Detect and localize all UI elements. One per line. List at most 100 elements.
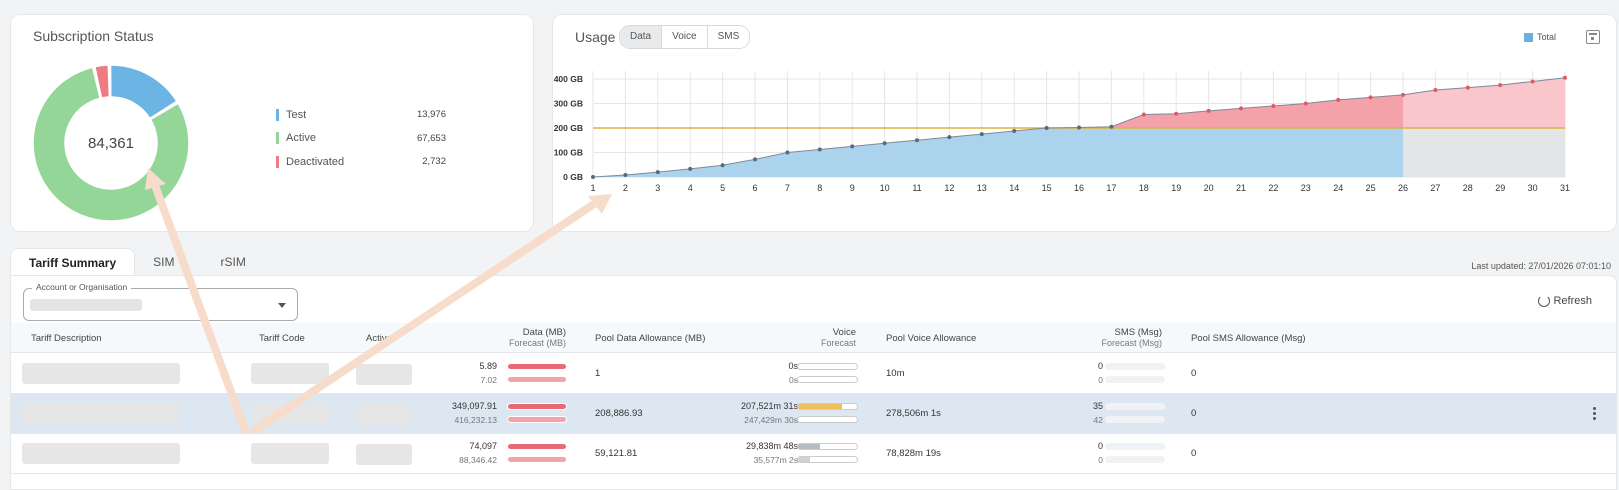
voice-value: 207,521m 31s (740, 401, 798, 411)
sms-usage-bar (1105, 363, 1165, 370)
header-data[interactable]: Data (MB) Forecast (MB) (509, 327, 566, 349)
data-forecast-value: 88,346.42 (459, 455, 497, 465)
x-tick-label: 4 (688, 183, 693, 193)
header-tariff-description[interactable]: Tariff Description (31, 333, 102, 344)
data-point (1239, 106, 1243, 111)
voice-forecast-bar (797, 456, 858, 463)
header-sms[interactable]: SMS (Msg) Forecast (Msg) (1101, 327, 1162, 349)
sms-forecast-value: 0 (1098, 375, 1103, 385)
tariff-code-redacted (251, 403, 329, 424)
legend-value: 67,653 (416, 132, 446, 144)
area-forecast-over (1403, 77, 1565, 128)
voice-forecast-bar (797, 416, 858, 423)
more-options-icon[interactable] (1593, 407, 1596, 422)
tab-sim[interactable]: SIM (135, 248, 202, 276)
header-pool-voice[interactable]: Pool Voice Allowance (886, 333, 976, 344)
data-point (655, 170, 660, 175)
data-point (915, 138, 919, 143)
voice-usage-bar (797, 363, 858, 370)
account-select-value-redacted (30, 299, 142, 311)
data-usage-bar-fill (508, 444, 566, 449)
x-tick-label: 22 (1268, 183, 1278, 193)
usage-legend-total[interactable]: Total (1523, 32, 1556, 42)
calendar-icon[interactable] (1586, 30, 1600, 44)
data-point (947, 135, 952, 140)
last-updated: Last updated: 27/01/2026 07:01:10 (1471, 261, 1611, 271)
voice-usage-bar (797, 443, 858, 450)
usage-card: 0 GB 100 GB 200 GB 300 GB 400 GB 1 2 3 4 5 6 7 8 9 10 1… (552, 14, 1617, 232)
sms-forecast-value: 42 (1093, 415, 1103, 425)
x-tick-label: 11 (912, 183, 921, 193)
data-point (1368, 95, 1373, 100)
table-row[interactable]: 74,097 88,346.42 59,121.81 29,838m 48s 3… (11, 434, 1616, 474)
y-tick-label: 300 GB (554, 99, 583, 109)
tariff-code-redacted (251, 443, 329, 464)
x-tick-label: 26 (1398, 183, 1408, 193)
x-tick-label: 23 (1301, 183, 1311, 193)
x-tick-label: 30 (1528, 183, 1538, 193)
sms-forecast-bar (1105, 456, 1165, 463)
sms-usage-bar (1105, 443, 1165, 450)
voice-forecast-bar (797, 376, 858, 383)
x-tick-label: 1 (590, 183, 595, 193)
header-sms-label: SMS (Msg) (1114, 327, 1163, 338)
toggle-sms[interactable]: SMS (707, 26, 750, 48)
x-tick-label: 31 (1560, 183, 1570, 193)
tab-rsim[interactable]: rSIM (202, 248, 273, 276)
data-forecast-value: 416,232.13 (454, 415, 497, 425)
legend-swatch-active (276, 132, 279, 145)
header-pool-data[interactable]: Pool Data Allowance (MB) (595, 333, 705, 344)
data-usage-bar (507, 363, 567, 370)
x-tick-label: 10 (880, 183, 890, 193)
data-point (1077, 125, 1081, 130)
x-tick-label: 5 (720, 183, 725, 193)
tab-tariff-summary[interactable]: Tariff Summary (10, 248, 136, 276)
header-voice[interactable]: Voice Forecast (821, 327, 856, 349)
data-point (1303, 101, 1308, 106)
tariff-summary-panel: Account or Organisation Refresh Tariff D… (10, 275, 1617, 490)
subscription-donut-chart: 84,361 (32, 64, 190, 222)
active-count-redacted (356, 444, 412, 465)
data-forecast-bar (507, 456, 567, 463)
data-point (1141, 112, 1146, 117)
pool-data-allowance: 1 (595, 368, 601, 379)
header-active[interactable]: Active (366, 333, 392, 344)
data-value: 74,097 (469, 441, 497, 451)
table-row[interactable]: 349,097.91 416,232.13 208,886.93 207,521… (11, 394, 1616, 434)
data-point (850, 144, 855, 149)
refresh-icon (1538, 295, 1551, 307)
pool-data-allowance: 208,886.93 (595, 408, 643, 419)
y-tick-label: 0 GB (563, 172, 583, 182)
sms-forecast-bar (1105, 416, 1165, 423)
pool-voice-allowance: 278,506m 1s (886, 408, 941, 419)
table-row[interactable]: 5.89 7.02 1 0s 0s 10m 0 0 0 (11, 354, 1616, 394)
toggle-voice[interactable]: Voice (662, 26, 708, 48)
data-forecast-bar-fill (508, 377, 566, 382)
legend-swatch-total (1523, 32, 1533, 42)
data-point (979, 132, 984, 137)
header-pool-sms[interactable]: Pool SMS Allowance (Msg) (1191, 333, 1306, 344)
legend-item-active[interactable]: Active 67,653 (276, 127, 446, 151)
active-count-redacted (356, 404, 412, 425)
x-tick-label: 2 (623, 183, 628, 193)
data-forecast-bar-fill (508, 417, 566, 422)
account-select[interactable]: Account or Organisation (23, 282, 298, 321)
header-tariff-code[interactable]: Tariff Code (259, 333, 305, 344)
data-usage-bar (507, 403, 567, 410)
x-tick-label: 15 (1042, 183, 1052, 193)
data-point (1206, 108, 1211, 113)
legend-label: Test (286, 108, 307, 121)
toggle-data[interactable]: Data (620, 26, 663, 48)
voice-forecast-value: 247,429m 30s (744, 415, 798, 425)
legend-label: Active (286, 132, 316, 145)
x-tick-label: 8 (817, 183, 822, 193)
legend-item-deactivated[interactable]: Deactivated 2,732 (276, 150, 446, 174)
donut-total: 84,361 (88, 135, 134, 152)
refresh-button[interactable]: Refresh (1538, 295, 1592, 307)
pool-sms-allowance: 0 (1191, 368, 1197, 379)
x-tick-label: 3 (655, 183, 660, 193)
legend-item-test[interactable]: Test 13,976 (276, 103, 446, 127)
x-tick-label: 6 (752, 183, 757, 193)
voice-forecast-bar-fill (798, 457, 810, 462)
data-point (1465, 85, 1470, 90)
